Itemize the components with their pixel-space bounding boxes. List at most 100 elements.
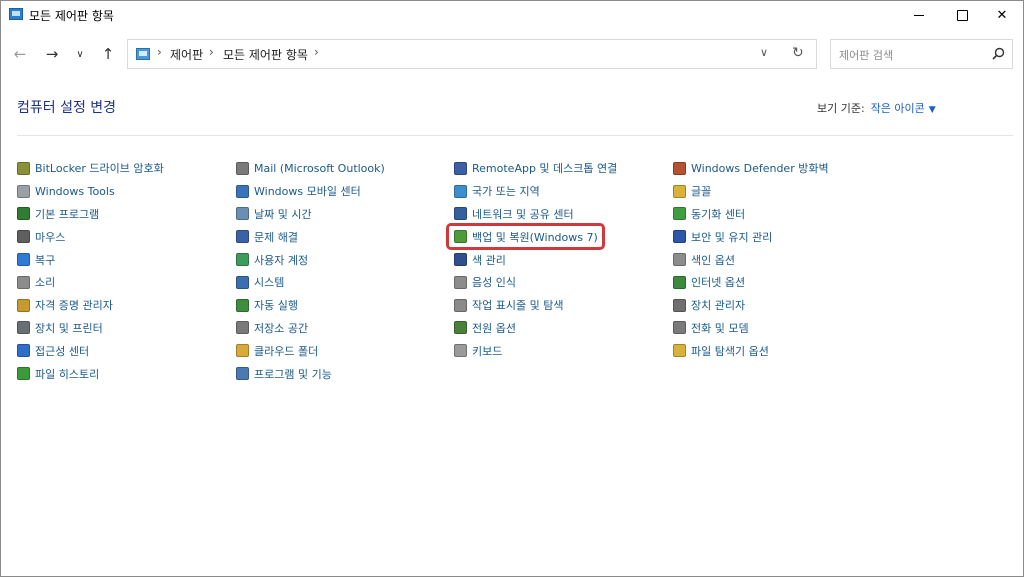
sound-icon	[17, 275, 30, 289]
breadcrumb-control-panel[interactable]: 제어판	[170, 46, 203, 63]
control-panel-item[interactable]: Windows 모바일 센터	[236, 180, 385, 203]
control-panel-item[interactable]: Windows Defender 방화벽	[673, 157, 829, 180]
divider	[17, 135, 1013, 136]
control-panel-item[interactable]: 소리	[17, 271, 164, 294]
control-panel-item-label: 프로그램 및 기능	[254, 367, 332, 381]
refresh-icon[interactable]: ↻	[792, 45, 804, 61]
control-panel-item[interactable]: 색 관리	[454, 248, 617, 271]
control-panel-item[interactable]: 색인 옵션	[673, 248, 829, 271]
power-options-icon	[454, 321, 467, 335]
address-bar[interactable]: › 제어판 › 모든 제어판 항목 › ∨ ↻	[127, 39, 817, 69]
control-panel-item[interactable]: 기본 프로그램	[17, 203, 164, 226]
control-panel-item[interactable]: 작업 표시줄 및 탐색	[454, 294, 617, 317]
keyboard-icon	[454, 344, 467, 358]
control-panel-item[interactable]: 마우스	[17, 225, 164, 248]
control-panel-item[interactable]: 자격 증명 관리자	[17, 294, 164, 317]
control-panel-item-label: 날짜 및 시간	[254, 207, 312, 221]
speech-recognition-icon	[454, 275, 467, 289]
search-input[interactable]: 제어판 검색	[839, 47, 893, 63]
recovery-icon	[17, 253, 30, 267]
control-panel-item[interactable]: 국가 또는 지역	[454, 180, 617, 203]
close-button[interactable]: ✕	[979, 1, 1024, 29]
control-panel-item-label: 전화 및 모뎀	[691, 321, 749, 335]
control-panel-item[interactable]: Mail (Microsoft Outlook)	[236, 157, 385, 180]
control-panel-item[interactable]: 네트워크 및 공유 센터	[454, 203, 617, 226]
default-programs-icon	[17, 207, 30, 221]
minimize-button[interactable]	[896, 1, 942, 29]
control-panel-item[interactable]: 음성 인식	[454, 271, 617, 294]
file-explorer-options-icon	[673, 344, 686, 358]
control-panel-item[interactable]: 보안 및 유지 관리	[673, 225, 829, 248]
control-panel-item[interactable]: 동기화 센터	[673, 203, 829, 226]
control-panel-item[interactable]: 문제 해결	[236, 225, 385, 248]
caret-down-icon[interactable]: ▼	[929, 105, 936, 115]
control-panel-item[interactable]: 장치 및 프린터	[17, 317, 164, 340]
control-panel-item[interactable]: 파일 탐색기 옵션	[673, 339, 829, 362]
control-panel-item[interactable]: 자동 실행	[236, 294, 385, 317]
control-panel-item[interactable]: 접근성 센터	[17, 339, 164, 362]
breadcrumb-all-items[interactable]: 모든 제어판 항목	[223, 46, 308, 63]
control-panel-item-label: 장치 및 프린터	[35, 321, 103, 335]
highlight-box	[446, 223, 605, 250]
items-column-3: RemoteApp 및 데스크톱 연결 국가 또는 지역 네트워크 및 공유 센터 백…	[454, 157, 617, 362]
control-panel-item-label: 네트워크 및 공유 센터	[472, 207, 574, 221]
control-panel-item[interactable]: BitLocker 드라이브 암호화	[17, 157, 164, 180]
control-panel-item-label: 색 관리	[472, 253, 506, 267]
breadcrumb-separator-icon: ›	[209, 45, 214, 59]
device-manager-icon	[673, 298, 686, 312]
network-sharing-icon	[454, 207, 467, 221]
control-panel-item[interactable]: 글꼴	[673, 180, 829, 203]
search-box[interactable]: 제어판 검색	[830, 39, 1013, 69]
control-panel-item-label: 키보드	[472, 344, 503, 358]
address-dropdown-icon[interactable]: ∨	[760, 46, 768, 59]
mouse-icon	[17, 230, 30, 244]
control-panel-item-label: Windows Defender 방화벽	[691, 162, 829, 176]
control-panel-item-label: 접근성 센터	[35, 344, 90, 358]
view-by-dropdown[interactable]: 작은 아이콘	[871, 102, 925, 115]
control-panel-item[interactable]: 복구	[17, 248, 164, 271]
storage-spaces-icon	[236, 321, 249, 335]
mobility-center-icon	[236, 184, 249, 198]
control-panel-item[interactable]: 인터넷 옵션	[673, 271, 829, 294]
control-panel-item-label: Mail (Microsoft Outlook)	[254, 161, 385, 175]
recent-locations-button[interactable]: ∨	[69, 43, 91, 65]
control-panel-item[interactable]: 저장소 공간	[236, 317, 385, 340]
control-panel-item[interactable]: 프로그램 및 기능	[236, 362, 385, 385]
control-panel-item-label: 전원 옵션	[472, 321, 516, 335]
mail-icon	[236, 161, 249, 175]
control-panel-item[interactable]: 장치 관리자	[673, 294, 829, 317]
control-panel-icon	[136, 48, 150, 60]
control-panel-item[interactable]: 날짜 및 시간	[236, 203, 385, 226]
control-panel-item-label: 장치 관리자	[691, 299, 746, 313]
control-panel-item-label: 파일 탐색기 옵션	[691, 344, 769, 358]
arrow-left-icon: ←	[13, 45, 27, 63]
control-panel-item[interactable]: 전원 옵션	[454, 317, 617, 340]
control-panel-item[interactable]: 클라우드 폴더	[236, 339, 385, 362]
control-panel-item-label: Windows 모바일 센터	[254, 185, 361, 199]
control-panel-item-label: 보안 및 유지 관리	[691, 230, 773, 244]
control-panel-item[interactable]: 전화 및 모뎀	[673, 317, 829, 340]
sync-center-icon	[673, 207, 686, 221]
items-column-1: BitLocker 드라이브 암호화 Windows Tools 기본 프로그램마우…	[17, 157, 164, 385]
control-panel-item-label: 마우스	[35, 230, 66, 244]
control-panel-item-label: 기본 프로그램	[35, 207, 100, 221]
view-by-label: 보기 기준:	[817, 102, 865, 115]
up-button[interactable]: ↑	[97, 43, 119, 65]
control-panel-item-label: 클라우드 폴더	[254, 344, 319, 358]
control-panel-item[interactable]: 파일 히스토리	[17, 362, 164, 385]
control-panel-item[interactable]: RemoteApp 및 데스크톱 연결	[454, 157, 617, 180]
back-button[interactable]: ←	[9, 43, 31, 65]
control-panel-item[interactable]: Windows Tools	[17, 180, 164, 203]
search-icon	[992, 47, 1005, 60]
control-panel-item[interactable]: 키보드	[454, 339, 617, 362]
control-panel-window: 모든 제어판 항목 ✕ ← → ∨ ↑ › 제어판 › 모든 제어판 항목 › …	[0, 0, 1024, 577]
control-panel-item-label: 작업 표시줄 및 탐색	[472, 299, 564, 313]
control-panel-item[interactable]: 사용자 계정	[236, 248, 385, 271]
navigation-bar: ← → ∨ ↑ › 제어판 › 모든 제어판 항목 › ∨ ↻ 제어판 검색	[1, 37, 1023, 71]
date-time-icon	[236, 207, 249, 221]
control-panel-item[interactable]: 시스템	[236, 271, 385, 294]
control-panel-item-label: 시스템	[254, 276, 285, 290]
chevron-down-icon: ∨	[76, 48, 84, 60]
forward-button[interactable]: →	[41, 43, 63, 65]
minimize-icon	[914, 14, 924, 16]
